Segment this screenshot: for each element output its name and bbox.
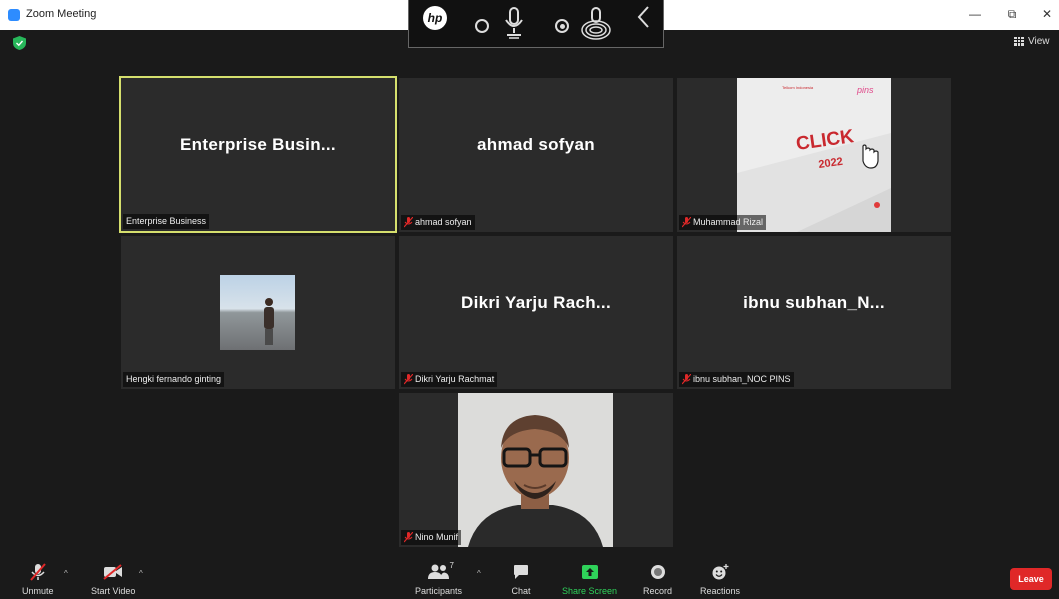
participant-name-label: Hengki fernando ginting <box>123 372 225 387</box>
reactions-button[interactable]: Reactions <box>700 563 740 596</box>
hp-option-radio[interactable] <box>475 19 489 33</box>
video-tile-ibnu[interactable]: ibnu subhan_N... ibnu subhan_NOC PINS <box>677 236 951 389</box>
shield-icon[interactable] <box>13 36 26 50</box>
video-tile-dikri[interactable]: Dikri Yarju Rach... Dikri Yarju Rachmat <box>399 236 673 389</box>
participants-label: Participants <box>415 586 463 596</box>
hp-option-radio-selected[interactable] <box>555 19 569 33</box>
audio-options-caret[interactable]: ^ <box>64 569 68 578</box>
participant-name-label: ahmad sofyan <box>401 215 475 230</box>
participant-display-name: Dikri Yarju Rach... <box>461 292 611 312</box>
meeting-controls-bar: Unmute ^ Start Video ^ 7 Participants ^ … <box>0 557 1059 599</box>
reactions-label: Reactions <box>700 586 741 596</box>
chat-label: Chat <box>511 586 531 596</box>
hp-audio-overlay: hp <box>408 0 664 48</box>
participant-name-label: Muhammad Rizal <box>679 215 767 230</box>
minimize-button[interactable]: — <box>968 7 982 21</box>
participant-name-label: ibnu subhan_NOC PINS <box>679 372 794 387</box>
participant-display-name: Enterprise Busin... <box>180 134 336 154</box>
participant-display-name: ahmad sofyan <box>477 135 595 154</box>
hp-noise-cancel-mic-icon[interactable] <box>581 6 611 40</box>
participant-name-label: Nino Munif <box>401 530 462 545</box>
brand-left-text: Telkom Indonesia <box>782 85 814 90</box>
participant-name-label: Enterprise Business <box>123 214 210 229</box>
view-button[interactable]: View <box>1014 34 1050 48</box>
hp-mic-icon[interactable] <box>501 6 527 40</box>
zoom-meeting-window: Zoom Meeting — ⧉ ✕ hp View Enterprise Bu… <box>0 0 1059 599</box>
participants-options-caret[interactable]: ^ <box>477 569 481 578</box>
start-video-label: Start Video <box>91 586 136 596</box>
mic-muted-icon <box>682 374 691 385</box>
chevron-left-icon[interactable] <box>635 4 653 30</box>
mic-muted-icon <box>404 532 413 543</box>
mic-muted-icon <box>27 563 49 581</box>
chat-icon <box>510 563 532 581</box>
participant-profile-photo <box>220 275 295 350</box>
video-tile-nino-munif[interactable]: Nino Munif <box>399 393 673 547</box>
video-off-icon <box>102 563 124 581</box>
share-screen-icon <box>579 563 601 581</box>
grid-view-icon <box>1014 36 1024 46</box>
mic-muted-icon <box>682 217 691 228</box>
window-title: Zoom Meeting <box>26 8 97 20</box>
video-tile-muhammad-rizal[interactable]: Telkom Indonesia pins CLICK 2022 Muhamma… <box>677 78 951 232</box>
video-tile-hengki[interactable]: Hengki fernando ginting <box>121 236 395 389</box>
participant-display-name: ibnu subhan_N... <box>743 292 885 312</box>
video-options-caret[interactable]: ^ <box>139 569 143 578</box>
participants-icon: 7 <box>427 561 454 581</box>
restore-button[interactable]: ⧉ <box>1005 7 1019 21</box>
record-button[interactable]: Record <box>643 563 672 596</box>
reactions-icon <box>709 563 731 581</box>
chat-button[interactable]: Chat <box>510 563 532 596</box>
participants-button[interactable]: 7 Participants <box>415 561 463 596</box>
unmute-button[interactable]: Unmute <box>22 563 54 596</box>
start-video-button[interactable]: Start Video <box>91 563 135 596</box>
zoom-app-icon <box>8 9 20 21</box>
video-tile-enterprise-business[interactable]: Enterprise Busin... Enterprise Business <box>119 76 397 233</box>
share-screen-button[interactable]: Share Screen <box>562 563 617 596</box>
participant-name-label: Dikri Yarju Rachmat <box>401 372 498 387</box>
participants-count: 7 <box>449 561 454 570</box>
brand-right-text: pins <box>856 85 874 95</box>
mic-muted-icon <box>404 217 413 228</box>
leave-button[interactable]: Leave <box>1010 568 1052 590</box>
record-icon <box>647 563 669 581</box>
record-label: Record <box>643 586 673 596</box>
share-screen-label: Share Screen <box>562 586 618 596</box>
close-button[interactable]: ✕ <box>1040 7 1054 21</box>
shared-content-image: Telkom Indonesia pins CLICK 2022 <box>737 78 891 232</box>
mic-muted-icon <box>404 374 413 385</box>
view-label: View <box>1028 35 1050 47</box>
hp-logo: hp <box>423 6 447 30</box>
video-tile-ahmad-sofyan[interactable]: ahmad sofyan ahmad sofyan <box>399 78 673 232</box>
unmute-label: Unmute <box>22 586 54 596</box>
participant-video-feed <box>458 393 613 547</box>
